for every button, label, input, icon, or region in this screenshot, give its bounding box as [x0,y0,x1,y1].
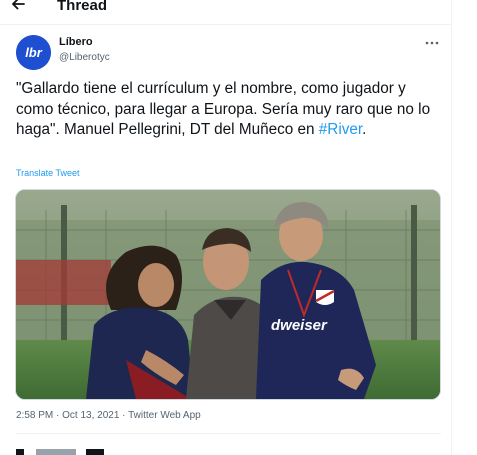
tweet-timestamp[interactable]: 2:58 PM · Oct 13, 2021 · Twitter Web App [16,410,201,421]
libero-logo: lbr [16,35,51,70]
avatar-text: lbr [25,45,43,60]
back-button[interactable] [8,0,28,16]
author-name[interactable]: Líbero [59,36,93,48]
photo-scene: dweiser [16,190,440,399]
tweet-photo[interactable]: dweiser [15,189,441,400]
divider [16,433,441,434]
hashtag-link[interactable]: #River [319,121,362,138]
thread-header: Thread [0,0,451,25]
tweet-text: "Gallardo tiene el currículum y el nombr… [16,79,441,141]
tweet-text-body: "Gallardo tiene el currículum y el nombr… [16,80,431,138]
author-handle[interactable]: @Liberotyc [59,52,110,63]
main-column: Thread lbr Líbero @Liberotyc "Gallardo t… [0,0,452,455]
page-title: Thread [57,0,108,14]
more-horizontal-icon [425,32,439,50]
right-sidebar-edge [452,0,477,455]
shirt-text: dweiser [271,317,328,334]
arrow-left-icon [10,0,26,17]
tweet-stats-cutoff [16,447,136,455]
translate-tweet-link[interactable]: Translate Tweet [16,168,80,178]
more-button[interactable] [423,34,441,48]
twitter-thread-page: Thread lbr Líbero @Liberotyc "Gallardo t… [0,0,477,455]
tweet-text-end: . [362,121,367,138]
avatar[interactable]: lbr [16,35,51,70]
